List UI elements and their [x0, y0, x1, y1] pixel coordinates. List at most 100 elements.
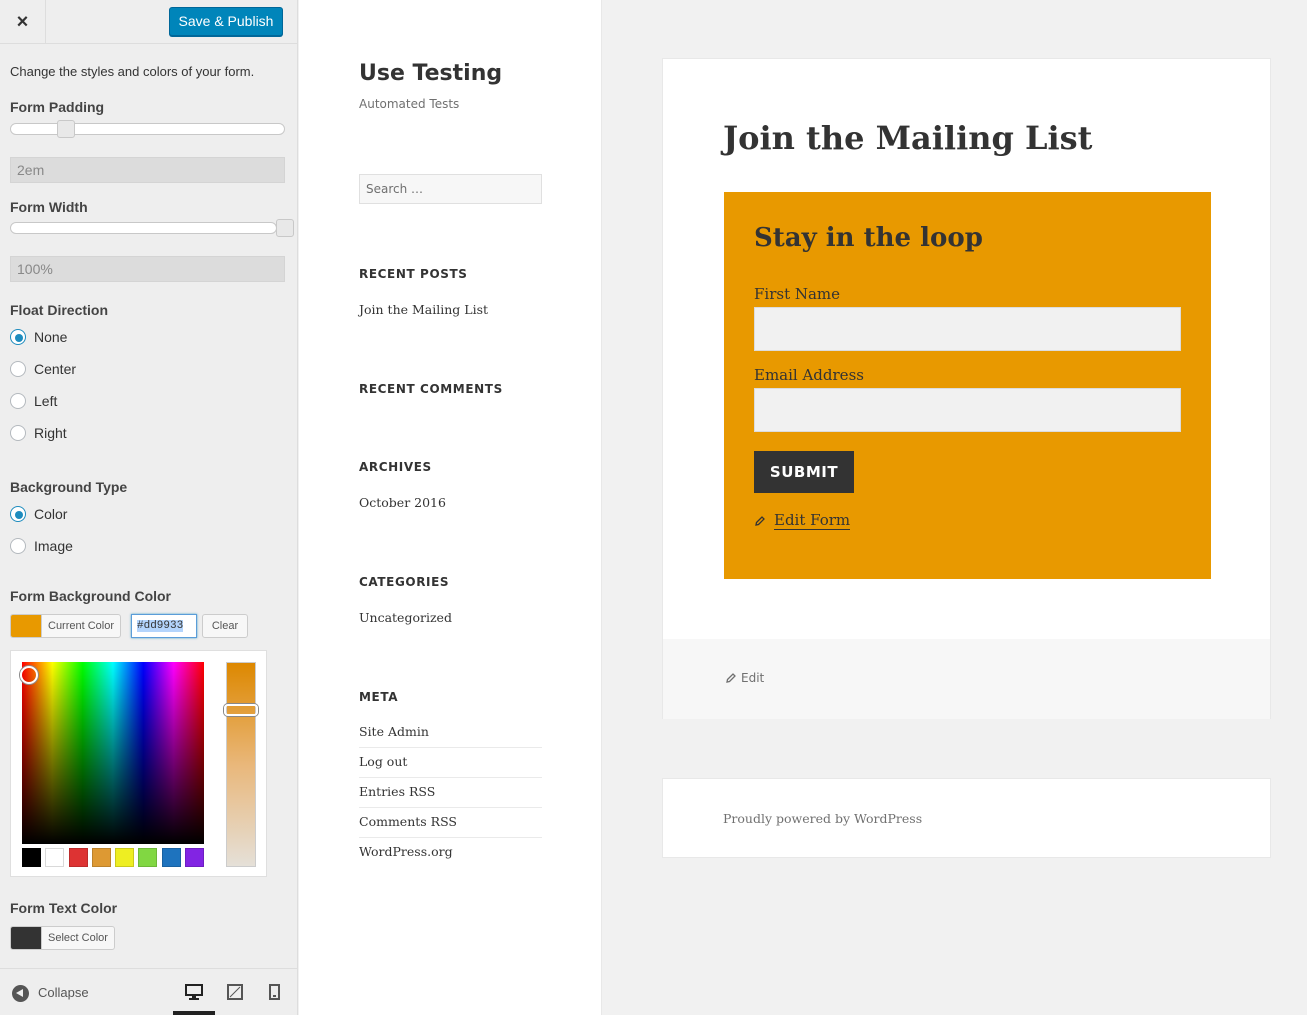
recent-comments-title: RECENT COMMENTS [359, 382, 503, 396]
select-text-color-button[interactable]: Select Color [10, 926, 115, 950]
collapse-label[interactable]: Collapse [38, 985, 89, 1000]
site-description: Automated Tests [359, 97, 460, 111]
current-color-button[interactable]: Current Color [10, 614, 122, 638]
tablet-icon [227, 984, 243, 1000]
form-width-slider[interactable] [10, 222, 277, 234]
article-footer: Edit [663, 639, 1270, 719]
archives-title: ARCHIVES [359, 460, 432, 474]
palette-swatch-purple[interactable] [184, 848, 204, 867]
collapse-icon[interactable] [12, 985, 29, 1002]
meta-list: Site Admin Log out Entries RSS Comments … [359, 718, 542, 868]
pencil-icon [755, 515, 765, 526]
palette-swatch-green[interactable] [138, 848, 158, 867]
form-width-slider-handle[interactable] [276, 219, 294, 237]
float-none-option[interactable]: None [10, 328, 67, 346]
archive-link[interactable]: October 2016 [359, 495, 446, 510]
palette-swatch-blue[interactable] [161, 848, 181, 867]
form-width-value: 100% [10, 256, 285, 282]
edit-post-link[interactable]: Edit [725, 671, 764, 685]
article: Join the Mailing List Stay in the loop F… [662, 58, 1271, 719]
edit-form-label[interactable]: Edit Form [774, 511, 851, 530]
color-palette [22, 848, 204, 867]
color-shade-slider[interactable] [226, 662, 256, 867]
palette-swatch-red[interactable] [68, 848, 88, 867]
radio-selected[interactable] [10, 329, 26, 345]
edit-form-link[interactable]: Edit Form [754, 511, 851, 530]
signup-form: Stay in the loop First Name Email Addres… [724, 192, 1211, 579]
radio[interactable] [10, 393, 26, 409]
form-background-color-title: Form Background Color [10, 588, 172, 604]
float-right-option[interactable]: Right [10, 424, 67, 442]
float-left-option[interactable]: Left [10, 392, 57, 410]
radio-label: Image [34, 538, 73, 554]
float-direction-title: Float Direction [10, 302, 109, 318]
close-customizer-button[interactable]: × [0, 0, 46, 44]
palette-swatch-yellow[interactable] [115, 848, 135, 867]
palette-swatch-black[interactable] [22, 848, 41, 867]
form-padding-value: 2em [10, 157, 285, 183]
meta-link-log-out[interactable]: Log out [359, 748, 542, 778]
radio-label: Color [34, 506, 68, 522]
radio[interactable] [10, 425, 26, 441]
background-type-title: Background Type [10, 479, 128, 495]
site-sidebar: Use Testing Automated Tests Search … REC… [299, 0, 602, 1015]
form-padding-title: Form Padding [10, 99, 105, 115]
section-description: Change the styles and colors of your for… [10, 64, 255, 79]
current-color-label: Current Color [48, 620, 115, 632]
radio[interactable] [10, 538, 26, 554]
hex-value: #dd9933 [137, 620, 184, 632]
recent-posts-title: RECENT POSTS [359, 267, 468, 281]
form-padding-slider[interactable] [10, 123, 285, 135]
clear-color-button[interactable]: Clear [202, 614, 248, 638]
background-color-option[interactable]: Color [10, 505, 67, 523]
color-shade-handle[interactable] [224, 704, 258, 716]
tablet-preview-button[interactable] [215, 969, 257, 1015]
color-spectrum[interactable] [22, 662, 204, 844]
float-center-option[interactable]: Center [10, 360, 76, 378]
radio-label: Right [34, 425, 67, 441]
submit-button[interactable]: SUBMIT [754, 451, 854, 493]
form-text-color-title: Form Text Color [10, 900, 118, 916]
site-footer: Proudly powered by WordPress [662, 778, 1271, 858]
meta-link-entries-rss[interactable]: Entries RSS [359, 778, 542, 808]
color-picker [10, 650, 267, 877]
color-swatch [11, 615, 42, 637]
first-name-input[interactable] [754, 307, 1181, 351]
radio-selected[interactable] [10, 506, 26, 522]
mobile-icon [269, 984, 280, 1000]
search-input[interactable]: Search … [359, 174, 542, 204]
form-width-title: Form Width [10, 199, 88, 215]
radio-label: None [34, 329, 68, 345]
edit-post-label[interactable]: Edit [741, 671, 764, 685]
customizer-sidebar: × Save & Publish Change the styles and c… [0, 0, 298, 1015]
hex-color-input[interactable]: #dd9933 [131, 614, 197, 638]
desktop-preview-button[interactable] [173, 969, 215, 1015]
meta-link-comments-rss[interactable]: Comments RSS [359, 808, 542, 838]
color-spectrum-handle[interactable] [20, 666, 38, 684]
powered-by-link[interactable]: Proudly powered by WordPress [723, 811, 922, 826]
form-padding-slider-handle[interactable] [57, 120, 75, 138]
site-title[interactable]: Use Testing [359, 61, 502, 86]
palette-swatch-white[interactable] [45, 848, 65, 867]
email-address-input[interactable] [754, 388, 1181, 432]
color-swatch [11, 927, 42, 949]
palette-swatch-orange[interactable] [91, 848, 111, 867]
category-link[interactable]: Uncategorized [359, 610, 452, 625]
meta-link-wordpress-org[interactable]: WordPress.org [359, 838, 542, 868]
meta-title: META [359, 690, 399, 704]
radio-label: Left [34, 393, 58, 409]
mobile-preview-button[interactable] [256, 969, 298, 1015]
radio-label: Center [34, 361, 77, 377]
recent-post-link[interactable]: Join the Mailing List [359, 302, 488, 317]
entry-title: Join the Mailing List [723, 119, 1093, 157]
form-heading: Stay in the loop [754, 223, 983, 253]
save-publish-button[interactable]: Save & Publish [169, 7, 283, 36]
customizer-header: × Save & Publish [0, 0, 297, 44]
desktop-icon [185, 984, 203, 1000]
background-image-option[interactable]: Image [10, 537, 73, 555]
radio[interactable] [10, 361, 26, 377]
first-name-label: First Name [754, 285, 841, 303]
customizer-footer: Collapse [0, 968, 297, 1015]
meta-link-site-admin[interactable]: Site Admin [359, 718, 542, 748]
select-color-label: Select Color [48, 932, 108, 944]
